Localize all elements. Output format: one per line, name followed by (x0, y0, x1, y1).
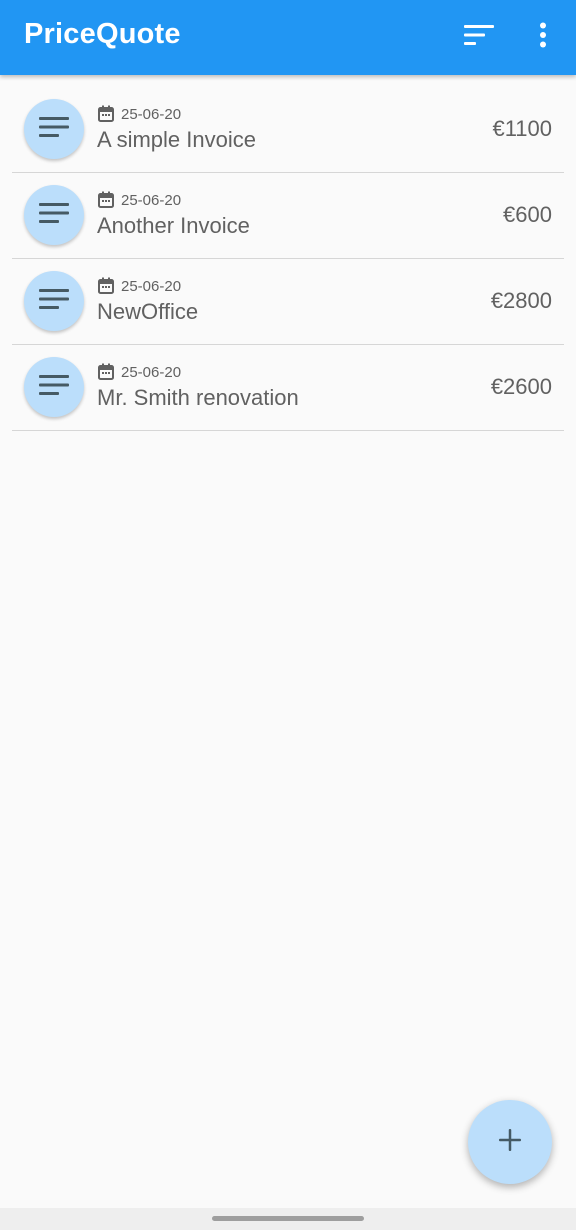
more-vert-icon (538, 22, 548, 53)
invoice-avatar (24, 271, 84, 331)
invoice-avatar (24, 99, 84, 159)
add-icon (498, 1128, 522, 1157)
invoice-date: 25-06-20 (121, 191, 182, 209)
invoice-list-item[interactable]: 25-06-20 Mr. Smith renovation €2600 (12, 345, 564, 431)
invoice-date: 25-06-20 (121, 363, 182, 381)
invoice-amount: €2800 (490, 288, 552, 313)
invoice-amount: €1100 (492, 116, 552, 141)
invoice-date-line: 25-06-20 (97, 362, 181, 382)
invoice-list-item[interactable]: 25-06-20 A simple Invoice €1100 (12, 87, 564, 173)
calendar-icon (97, 277, 115, 295)
invoice-date-line: 25-06-20 (97, 276, 181, 296)
invoice-date: 25-06-20 (121, 277, 182, 295)
app-title: PriceQuote (24, 18, 181, 50)
notes-icon (39, 374, 69, 401)
calendar-icon (97, 105, 115, 123)
calendar-icon (97, 191, 115, 209)
invoice-list-item[interactable]: 25-06-20 NewOffice €2800 (12, 259, 564, 345)
invoice-avatar (24, 185, 84, 245)
invoice-title: NewOffice (97, 299, 199, 324)
notes-icon (39, 288, 69, 315)
invoice-amount: €2600 (490, 374, 552, 399)
home-gesture-handle[interactable] (212, 1216, 364, 1221)
more-options-button[interactable] (520, 14, 566, 60)
sort-icon (464, 24, 494, 51)
invoice-list: 25-06-20 A simple Invoice €1100 25-06-20… (12, 87, 564, 431)
invoice-amount: €600 (503, 202, 552, 227)
invoice-avatar (24, 357, 84, 417)
notes-icon (39, 116, 69, 143)
invoice-title: Mr. Smith renovation (97, 385, 299, 410)
calendar-icon (97, 363, 115, 381)
system-navigation-bar (0, 1208, 576, 1230)
invoice-list-item[interactable]: 25-06-20 Another Invoice €600 (12, 173, 564, 259)
invoice-date-line: 25-06-20 (97, 104, 181, 124)
notes-icon (39, 202, 69, 229)
invoice-date-line: 25-06-20 (97, 190, 181, 210)
add-invoice-button[interactable] (468, 1100, 552, 1184)
sort-button[interactable] (456, 14, 502, 60)
invoice-title: Another Invoice (97, 213, 250, 238)
invoice-title: A simple Invoice (97, 127, 256, 152)
app-bar: PriceQuote (0, 0, 576, 75)
invoice-date: 25-06-20 (121, 105, 182, 123)
